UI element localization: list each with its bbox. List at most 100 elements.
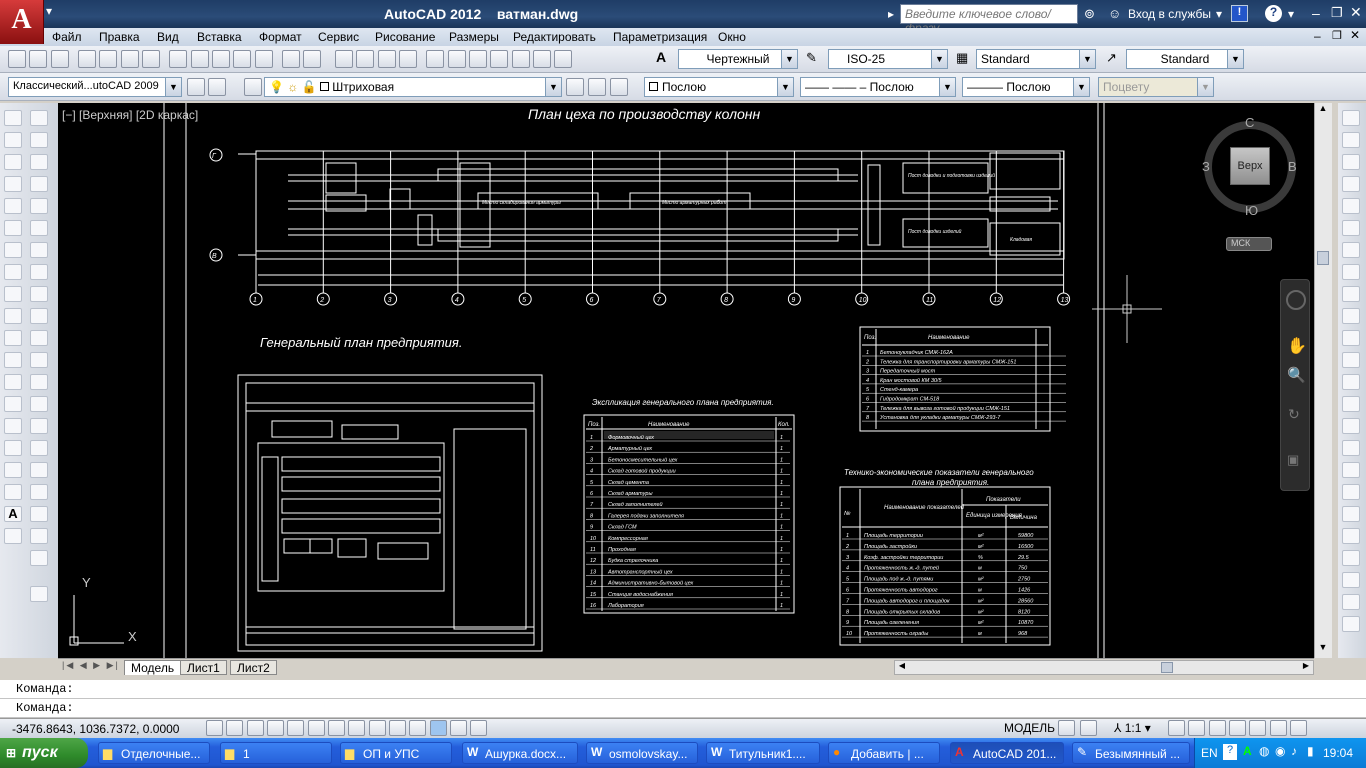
mirror-icon[interactable] (30, 154, 48, 170)
construction-line-icon[interactable] (4, 132, 22, 148)
application-menu-button[interactable]: A (0, 0, 44, 44)
lineweight-toggle-icon[interactable] (409, 720, 427, 736)
coordinates-readout[interactable]: -3476.8643, 1036.7372, 0.0000 (12, 722, 179, 736)
3d-osnap-icon[interactable] (328, 720, 346, 736)
taskbar-item-0[interactable]: ▆ Отделочные... (98, 742, 210, 764)
orbit-icon[interactable]: ↻ (1288, 406, 1300, 423)
search-expand-icon[interactable]: ▸ (888, 7, 894, 21)
scroll-up-icon[interactable]: ▲ (1315, 103, 1331, 117)
help-icon[interactable]: ? (1265, 5, 1282, 22)
sheet-set-icon[interactable] (490, 50, 509, 68)
viewport-controls-label[interactable]: [−] [Верхняя] [2D каркас] (62, 108, 198, 122)
taskbar-item-2[interactable]: ▆ ОП и УПС (340, 742, 452, 764)
line-icon[interactable] (4, 110, 22, 126)
scroll-left-icon[interactable]: ◀ (895, 661, 909, 674)
toolbar-lock-icon[interactable] (1229, 720, 1247, 736)
center-mark-icon[interactable] (1342, 418, 1360, 434)
layer-states-icon[interactable] (610, 78, 628, 99)
markup-icon[interactable] (511, 50, 530, 68)
extend-icon[interactable] (30, 330, 48, 346)
match-properties-icon[interactable] (233, 50, 252, 68)
quick-dim-icon[interactable] (1342, 286, 1360, 302)
zoom-window-icon[interactable] (377, 50, 396, 68)
horizontal-scroll-thumb[interactable] (1161, 662, 1173, 673)
plotstyle-select[interactable]: Поцвету ▼ (1098, 77, 1214, 97)
auto-scale-icon[interactable] (1188, 720, 1206, 736)
menu-modify[interactable]: Редактировать (513, 30, 596, 44)
insert-block-icon[interactable] (4, 352, 22, 368)
help-tray-icon[interactable]: ? (1223, 744, 1237, 760)
scroll-down-icon[interactable]: ▼ (1315, 642, 1331, 656)
offset-icon[interactable] (30, 176, 48, 192)
network-icon[interactable]: ▮ (1307, 744, 1314, 758)
mtext-icon[interactable]: A (4, 506, 22, 522)
annotation-visibility-icon[interactable] (1168, 720, 1185, 736)
menu-file[interactable]: Файл (52, 30, 82, 44)
hatch-icon[interactable] (4, 418, 22, 434)
table-icon[interactable] (4, 484, 22, 500)
dynamic-input-icon[interactable] (389, 720, 407, 736)
dim-space-icon[interactable] (1342, 352, 1360, 368)
ucs-menu-button[interactable]: МСК (1226, 237, 1272, 251)
jogged-dim-icon[interactable] (1342, 220, 1360, 236)
copy-object-icon[interactable] (30, 132, 48, 148)
infer-constraints-icon[interactable] (206, 720, 223, 736)
arc-icon[interactable] (4, 220, 22, 236)
divide-icon[interactable] (30, 484, 48, 500)
clock[interactable]: 19:04 (1323, 746, 1353, 760)
scale-text-icon[interactable] (30, 550, 48, 566)
workspace-select[interactable]: Классический...utoCAD 2009 ▼ (8, 77, 182, 97)
make-block-icon[interactable] (4, 374, 22, 390)
text-edit-icon[interactable] (30, 506, 48, 522)
object-snap-tracking-icon[interactable] (348, 720, 366, 736)
jogged-linear-icon[interactable] (1342, 462, 1360, 478)
3d-print-icon[interactable] (142, 50, 161, 68)
restore-icon[interactable]: ❐ (1331, 5, 1343, 21)
quickcalc-icon[interactable] (532, 50, 551, 68)
move-icon[interactable] (30, 220, 48, 236)
doc-close-icon[interactable]: ✕ (1350, 28, 1360, 42)
viewcube-north[interactable]: С (1245, 115, 1254, 130)
add-selected-icon[interactable] (4, 528, 22, 544)
hardware-acceleration-icon[interactable] (1249, 720, 1267, 736)
volume-icon[interactable]: ♪ (1291, 744, 1297, 758)
publish-icon[interactable] (120, 50, 139, 68)
edit-attribute-icon[interactable] (30, 586, 48, 602)
taskbar-item-8[interactable]: ✎ Безымянный ... (1072, 742, 1190, 764)
menu-draw[interactable]: Рисование (375, 30, 435, 44)
continue-dim-icon[interactable] (1342, 330, 1360, 346)
inspect-icon[interactable] (1342, 440, 1360, 456)
polar-tracking-icon[interactable] (287, 720, 305, 736)
help-dropdown-icon[interactable]: ▾ (1288, 7, 1294, 21)
print-preview-icon[interactable] (99, 50, 118, 68)
copy-icon[interactable] (190, 50, 209, 68)
cut-icon[interactable] (169, 50, 188, 68)
viewcube-top-face[interactable]: Верх (1230, 147, 1270, 185)
workspace-switching-icon[interactable] (1208, 720, 1226, 736)
calculator-icon[interactable] (554, 50, 573, 68)
dim-update-icon[interactable] (1342, 528, 1360, 544)
dim-settings-icon[interactable] (1342, 616, 1360, 632)
dynamic-ucs-icon[interactable] (368, 720, 386, 736)
region-icon[interactable] (4, 462, 22, 478)
steering-wheel-icon[interactable] (1286, 290, 1306, 310)
tab-sheet2[interactable]: Лист2 (230, 660, 277, 675)
tray-a-icon[interactable]: A (1243, 744, 1252, 758)
quick-view-drawings-icon[interactable] (1080, 720, 1097, 739)
block-editor-icon[interactable] (254, 50, 273, 68)
zoom-nav-icon[interactable]: 🔍 (1287, 366, 1306, 384)
quick-access-dropdown[interactable]: ▾ (46, 4, 52, 18)
taskbar-item-5[interactable]: W Титульник1.... (706, 742, 820, 764)
tolerance-icon[interactable] (1342, 396, 1360, 412)
dim-override-icon[interactable] (1342, 572, 1360, 588)
layer-previous-icon[interactable] (588, 78, 606, 99)
transparency-icon[interactable] (429, 720, 447, 736)
rectangle-icon[interactable] (4, 198, 22, 214)
properties-icon[interactable] (426, 50, 445, 68)
layer-properties-icon[interactable] (244, 78, 262, 99)
language-indicator[interactable]: EN (1201, 746, 1218, 760)
baseline-dim-icon[interactable] (1342, 308, 1360, 324)
ortho-mode-icon[interactable] (267, 720, 285, 736)
arc-length-icon[interactable] (1342, 154, 1360, 170)
pan-hand-icon[interactable]: ✋ (1287, 336, 1307, 356)
